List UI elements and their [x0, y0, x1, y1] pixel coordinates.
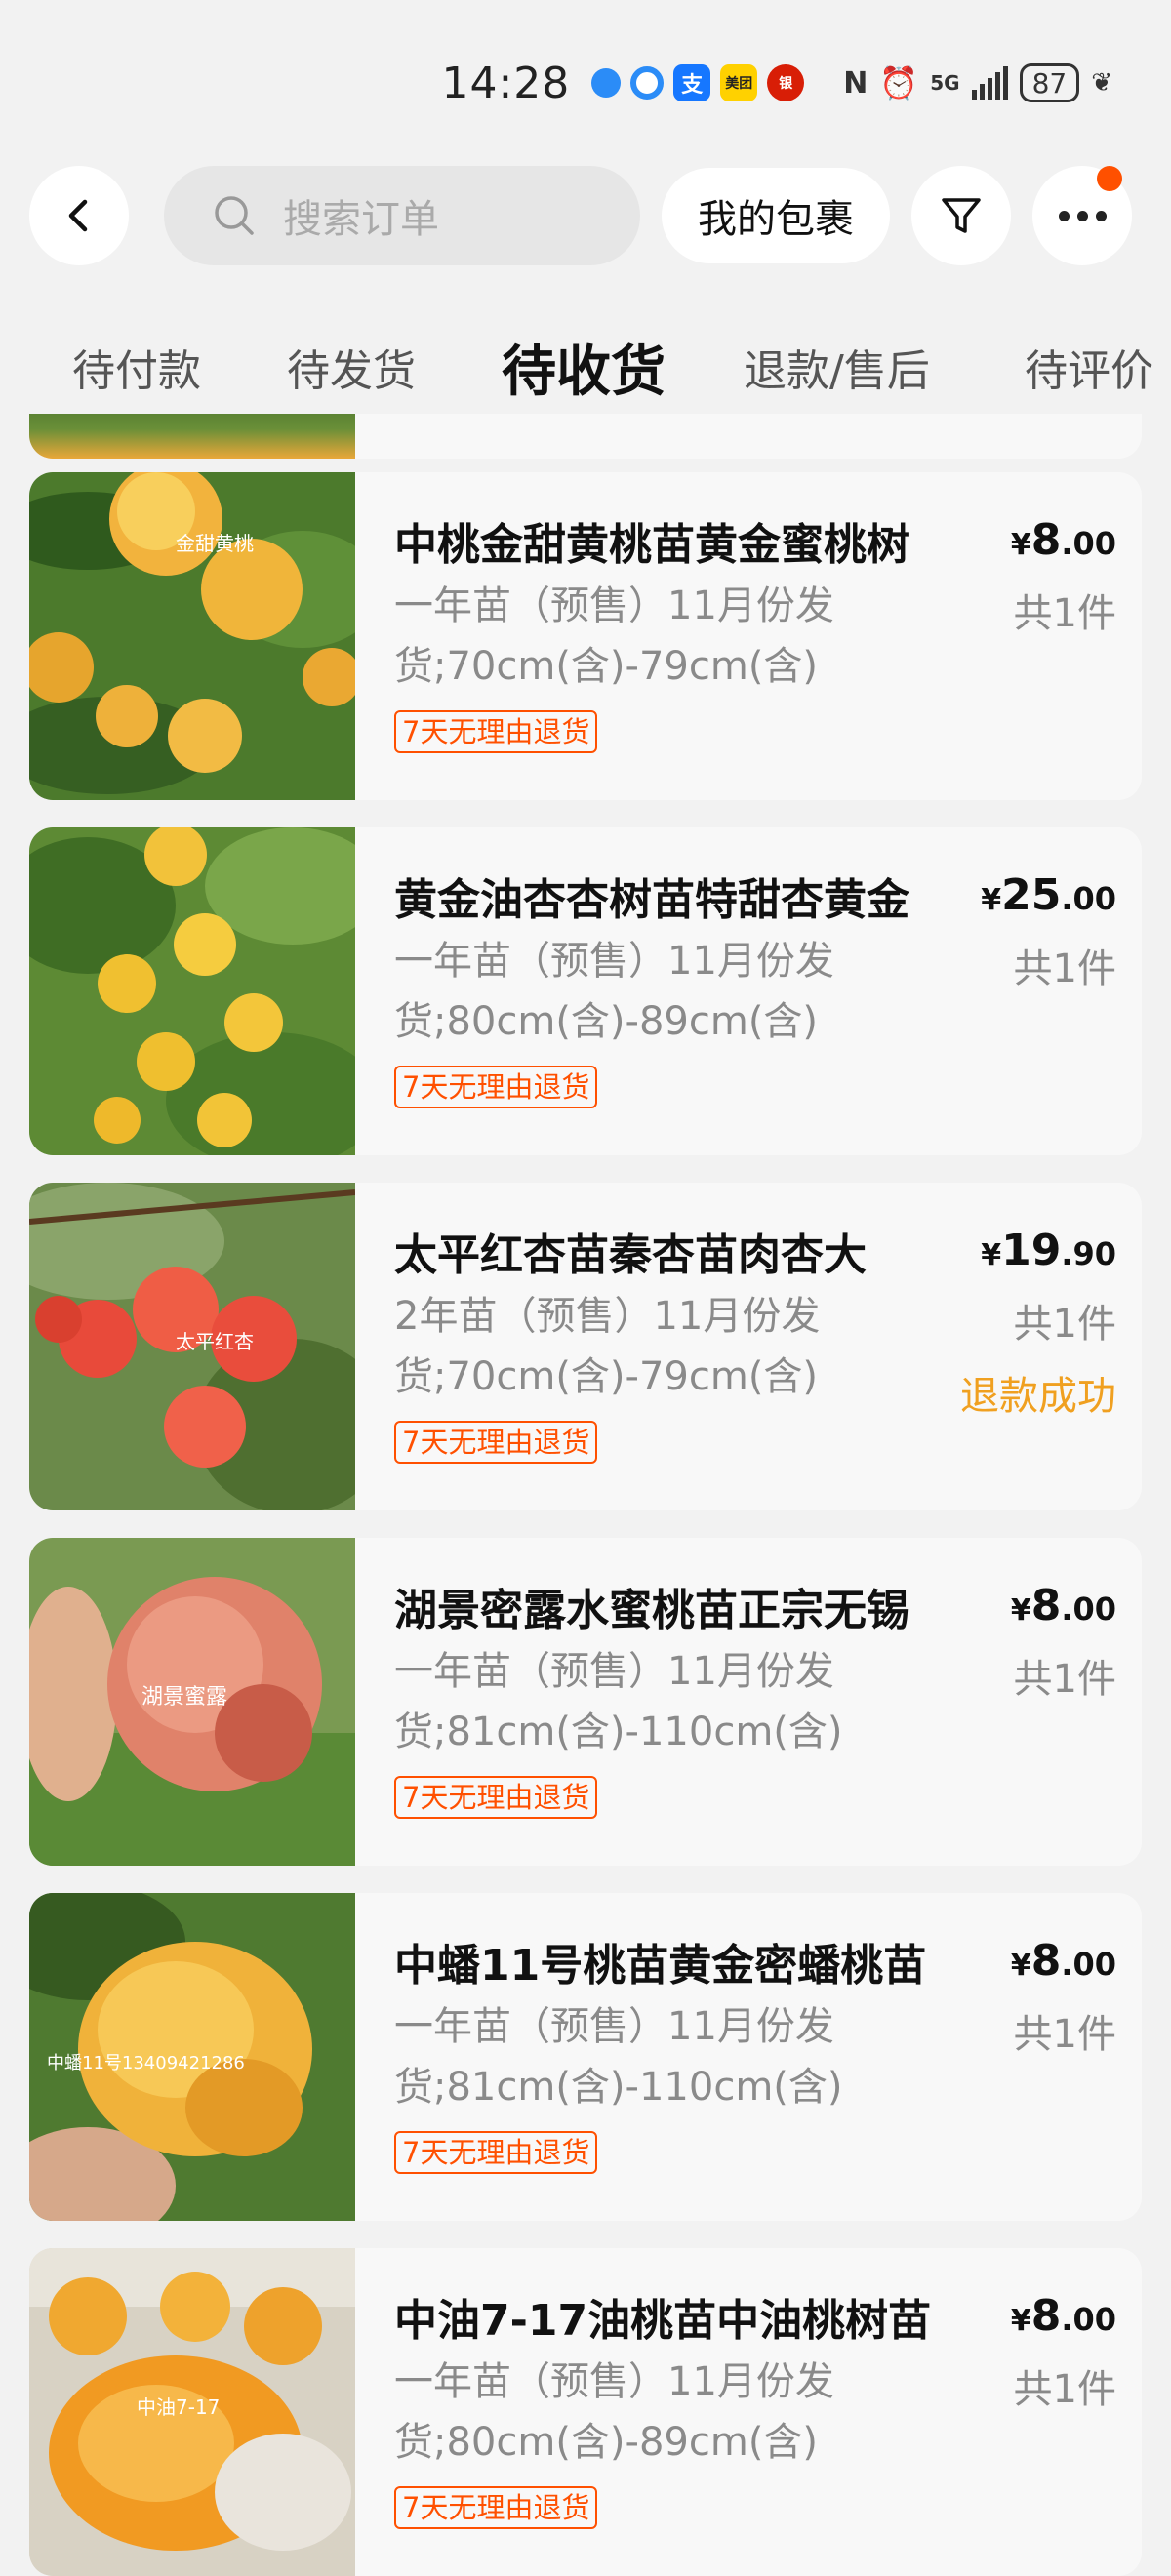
qq-browser-icon: [630, 66, 665, 100]
product-image: [29, 414, 355, 459]
nfc-icon: Ν: [843, 65, 868, 101]
network-type: 5G: [930, 71, 960, 95]
filter-icon: [942, 198, 981, 233]
order-card[interactable]: 中蟠11号13409421286 中蟠11号桃苗黄金密蟠桃苗 一年苗（预售）11…: [29, 1893, 1142, 2221]
notification-icons: 支 美团 银: [591, 64, 805, 101]
order-list: 金甜黄桃 中桃金甜黄桃苗黄金蜜桃树 一年苗（预售）11月份发货;70cm(含)-…: [0, 414, 1171, 2576]
product-spec: 一年苗（预售）11月份发货;70cm(含)-79cm(含): [394, 584, 834, 689]
product-image-label: 太平红杏: [176, 1330, 254, 1353]
filter-button[interactable]: [911, 166, 1011, 265]
back-button[interactable]: [29, 166, 129, 265]
my-parcels-button[interactable]: 我的包裹: [662, 168, 890, 263]
product-spec: 一年苗（预售）11月份发货;81cm(含)-110cm(含): [394, 2004, 843, 2110]
top-bar: 搜索订单 我的包裹: [0, 166, 1171, 267]
product-quantity: 共1件: [1013, 2012, 1116, 2057]
order-card[interactable]: 中油7-17 中油7-17油桃苗中油桃树苗 一年苗（预售）11月份发货;80cm…: [29, 2248, 1142, 2576]
order-card[interactable]: 黄金油杏杏树苗特甜杏黄金 一年苗（预售）11月份发货;80cm(含)-89cm(…: [29, 827, 1142, 1155]
order-card[interactable]: 太平红杏 太平红杏苗秦杏苗肉杏大 2年苗（预售）11月份发货;70cm(含)-7…: [29, 1183, 1142, 1510]
more-icon: [1058, 210, 1107, 221]
product-image-label: 金甜黄桃: [176, 532, 254, 555]
product-price: ¥8.00: [1010, 2291, 1116, 2341]
order-tabs: 待付款 待发货 待收货 退款/售后 待评价: [0, 310, 1171, 414]
tab-pending-receipt[interactable]: 待收货: [502, 328, 666, 407]
product-image: 湖景蜜露: [29, 1538, 355, 1866]
refund-status: 退款成功: [960, 1374, 1116, 1419]
product-quantity: 共1件: [1013, 2367, 1116, 2412]
return-policy-badge: 7天无理由退货: [394, 2131, 598, 2174]
product-price: ¥8.00: [1010, 1581, 1116, 1630]
order-card-partial[interactable]: [29, 414, 1142, 459]
product-image-label: 中油7-17: [137, 2395, 220, 2419]
product-title: 中桃金甜黄桃苗黄金蜜桃树: [394, 520, 909, 570]
product-spec: 2年苗（预售）11月份发货;70cm(含)-79cm(含): [394, 1294, 821, 1399]
return-policy-badge: 7天无理由退货: [394, 2486, 598, 2529]
alipay-icon: 支: [673, 64, 711, 101]
product-image: [29, 827, 355, 1155]
product-price: ¥8.00: [1010, 515, 1116, 565]
signal-icon: [971, 66, 1008, 100]
status-bar: 14:28 支 美团 银 Ν ⏰ 5G 87 ❦: [0, 0, 1171, 166]
tab-pending-shipment[interactable]: 待发货: [287, 336, 416, 398]
product-title: 太平红杏苗秦杏苗肉杏大: [394, 1230, 867, 1280]
tab-pending-payment[interactable]: 待付款: [72, 336, 201, 398]
product-quantity: 共1件: [1013, 946, 1116, 991]
product-spec: 一年苗（预售）11月份发货;80cm(含)-89cm(含): [394, 939, 834, 1044]
search-input[interactable]: 搜索订单: [164, 166, 640, 265]
product-price: ¥25.00: [981, 870, 1116, 920]
system-icons: Ν ⏰ 5G 87 ❦: [843, 63, 1112, 102]
tab-pending-review[interactable]: 待评价: [1025, 336, 1153, 398]
meituan-icon: 美团: [720, 64, 758, 101]
battery-icon: 87: [1019, 63, 1080, 102]
product-image: 金甜黄桃: [29, 472, 355, 800]
chevron-left-icon: [68, 199, 88, 232]
product-image: 中油7-17: [29, 2248, 355, 2576]
product-image-label: 湖景蜜露: [141, 1685, 227, 1710]
return-policy-badge: 7天无理由退货: [394, 1776, 598, 1819]
product-spec: 一年苗（预售）11月份发货;80cm(含)-89cm(含): [394, 2359, 834, 2465]
product-spec: 一年苗（预售）11月份发货;81cm(含)-110cm(含): [394, 1649, 843, 1754]
leaf-icon: ❦: [1091, 68, 1112, 98]
return-policy-badge: 7天无理由退货: [394, 710, 598, 753]
tab-refund-after-sale[interactable]: 退款/售后: [744, 336, 930, 398]
notification-dot: [1097, 166, 1122, 191]
search-placeholder: 搜索订单: [283, 197, 439, 242]
product-title: 中蟠11号桃苗黄金密蟠桃苗: [394, 1941, 927, 1991]
more-button[interactable]: [1032, 166, 1132, 265]
product-title: 黄金油杏杏树苗特甜杏黄金: [394, 875, 909, 925]
product-quantity: 共1件: [1013, 1657, 1116, 1702]
order-card[interactable]: 金甜黄桃 中桃金甜黄桃苗黄金蜜桃树 一年苗（预售）11月份发货;70cm(含)-…: [29, 472, 1142, 800]
status-time: 14:28: [441, 58, 571, 108]
product-quantity: 共1件: [1013, 1302, 1116, 1347]
product-title: 湖景密露水蜜桃苗正宗无锡: [394, 1586, 909, 1635]
return-policy-badge: 7天无理由退货: [394, 1421, 598, 1464]
alarm-icon: ⏰: [879, 64, 919, 101]
bank-icon: 银: [767, 64, 805, 101]
battery-level: 87: [1031, 66, 1068, 100]
message-icon: [591, 68, 622, 98]
return-policy-badge: 7天无理由退货: [394, 1066, 598, 1108]
search-icon: [215, 196, 254, 235]
product-price: ¥19.90: [981, 1226, 1116, 1275]
product-image-label: 中蟠11号13409421286: [47, 2053, 245, 2073]
order-card[interactable]: 湖景蜜露 湖景密露水蜜桃苗正宗无锡 一年苗（预售）11月份发货;81cm(含)-…: [29, 1538, 1142, 1866]
product-title: 中油7-17油桃苗中油桃树苗: [394, 2296, 932, 2346]
product-image: 太平红杏: [29, 1183, 355, 1510]
product-price: ¥8.00: [1010, 1936, 1116, 1986]
product-image: 中蟠11号13409421286: [29, 1893, 355, 2221]
product-quantity: 共1件: [1013, 591, 1116, 636]
